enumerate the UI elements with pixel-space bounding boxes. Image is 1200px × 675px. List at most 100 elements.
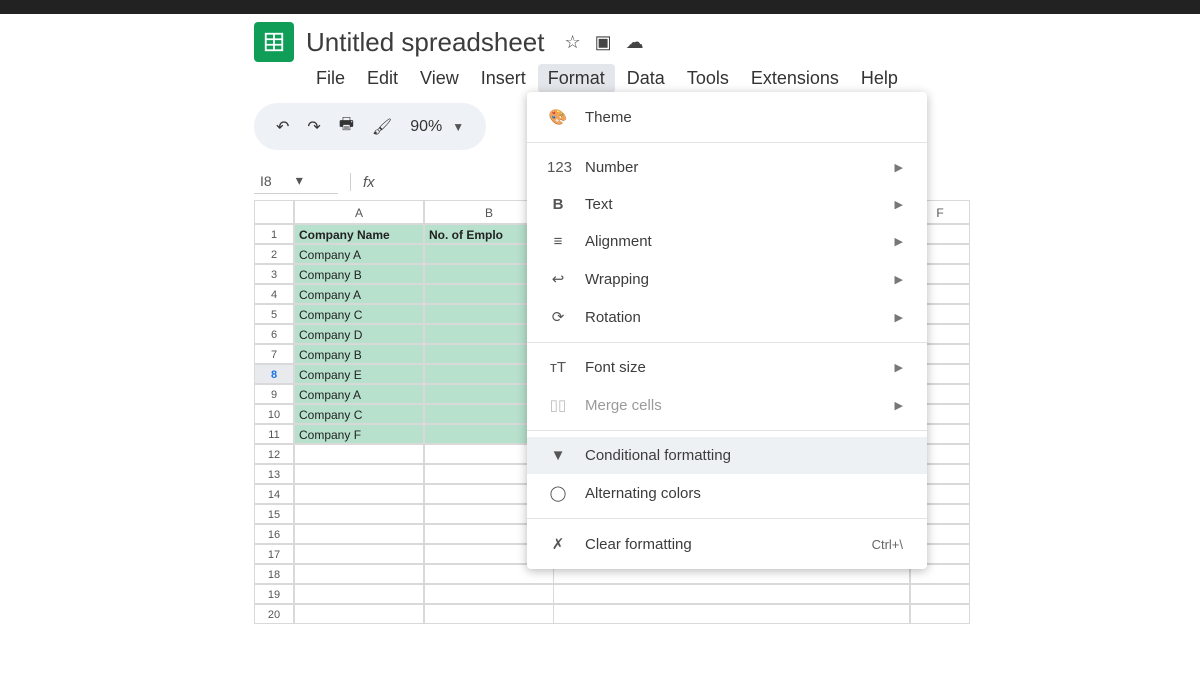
row-header[interactable]: 19 xyxy=(254,584,294,604)
menu-item-theme[interactable]: 🎨 Theme xyxy=(527,98,927,136)
row-header[interactable]: 6 xyxy=(254,324,294,344)
cell[interactable]: Company E xyxy=(294,364,424,384)
cell[interactable]: Company B xyxy=(294,264,424,284)
redo-icon[interactable]: ↷ xyxy=(307,117,320,137)
cell[interactable]: Company A xyxy=(294,284,424,304)
chevron-down-icon: ▼ xyxy=(452,120,464,134)
row-header[interactable]: 11 xyxy=(254,424,294,444)
cell[interactable]: Company B xyxy=(294,344,424,364)
menu-item-label: Number xyxy=(585,159,879,176)
menu-separator xyxy=(527,518,927,519)
cell[interactable] xyxy=(910,584,970,604)
sheets-logo-icon xyxy=(263,31,285,53)
menu-item-conditional-formatting[interactable]: ▼ Conditional formatting xyxy=(527,437,927,474)
row-header[interactable]: 17 xyxy=(254,544,294,564)
row-header[interactable]: 16 xyxy=(254,524,294,544)
row-header[interactable]: 3 xyxy=(254,264,294,284)
row-header[interactable]: 13 xyxy=(254,464,294,484)
menu-separator xyxy=(527,142,927,143)
menu-item-wrapping[interactable]: ↩ Wrapping ▶ xyxy=(527,260,927,298)
menu-item-alternating-colors[interactable]: ◯ Alternating colors xyxy=(527,474,927,512)
chevron-right-icon: ▶ xyxy=(895,198,903,211)
menu-data[interactable]: Data xyxy=(617,64,675,93)
print-icon[interactable]: 🖶 xyxy=(339,113,354,140)
clear-format-icon: ✗ xyxy=(547,535,569,553)
row-header[interactable]: 9 xyxy=(254,384,294,404)
menu-item-rotation[interactable]: ⟳ Rotation ▶ xyxy=(527,298,927,336)
menu-tools[interactable]: Tools xyxy=(677,64,739,93)
row-header[interactable]: 18 xyxy=(254,564,294,584)
cell[interactable]: Company F xyxy=(294,424,424,444)
cell[interactable] xyxy=(294,464,424,484)
menu-item-font-size[interactable]: тT Font size ▶ xyxy=(527,349,927,386)
cell[interactable]: Company D xyxy=(294,324,424,344)
sheets-logo[interactable] xyxy=(254,22,294,62)
cell[interactable]: Company C xyxy=(294,304,424,324)
star-icon[interactable]: ☆ xyxy=(564,32,580,53)
cell[interactable] xyxy=(294,604,424,624)
cell[interactable] xyxy=(294,564,424,584)
row-header[interactable]: 2 xyxy=(254,244,294,264)
menu-extensions[interactable]: Extensions xyxy=(741,64,849,93)
cell[interactable]: Company A xyxy=(294,384,424,404)
menu-insert[interactable]: Insert xyxy=(471,64,536,93)
cell[interactable] xyxy=(910,604,970,624)
row-header[interactable]: 15 xyxy=(254,504,294,524)
row-header[interactable]: 4 xyxy=(254,284,294,304)
row-header[interactable]: 14 xyxy=(254,484,294,504)
doc-title[interactable]: Untitled spreadsheet xyxy=(306,27,544,58)
toolbar: ↶ ↷ 🖶 🖌 90% ▼ xyxy=(254,103,486,150)
cell[interactable] xyxy=(294,484,424,504)
name-box-value: I8 xyxy=(260,173,272,189)
paint-format-icon[interactable]: 🖌 xyxy=(372,117,392,137)
cell[interactable] xyxy=(424,604,554,624)
col-header-A[interactable]: A xyxy=(294,200,424,224)
cell[interactable] xyxy=(424,584,554,604)
menu-item-clear-formatting[interactable]: ✗ Clear formatting Ctrl+\ xyxy=(527,525,927,563)
title-row: Untitled spreadsheet ☆ ▣ ☁ xyxy=(230,14,970,62)
cell[interactable] xyxy=(294,524,424,544)
name-box[interactable]: I8 ▾ xyxy=(254,170,338,194)
bold-icon: B xyxy=(547,196,569,213)
cell[interactable] xyxy=(294,584,424,604)
menu-help[interactable]: Help xyxy=(851,64,908,93)
font-size-icon: тT xyxy=(547,359,569,376)
row-header[interactable]: 12 xyxy=(254,444,294,464)
row-header[interactable]: 5 xyxy=(254,304,294,324)
chevron-right-icon: ▶ xyxy=(895,361,903,374)
menu-item-label: Wrapping xyxy=(585,271,879,288)
menu-item-label: Conditional formatting xyxy=(585,447,903,464)
menu-item-alignment[interactable]: ≡ Alignment ▶ xyxy=(527,223,927,260)
cell[interactable] xyxy=(554,604,910,624)
rotation-icon: ⟳ xyxy=(547,308,569,326)
row-header[interactable]: 8 xyxy=(254,364,294,384)
row-header[interactable]: 20 xyxy=(254,604,294,624)
row-header[interactable]: 10 xyxy=(254,404,294,424)
row-header[interactable]: 7 xyxy=(254,344,294,364)
menu-format[interactable]: Format xyxy=(538,64,615,93)
chevron-right-icon: ▶ xyxy=(895,161,903,174)
zoom-select[interactable]: 90% ▼ xyxy=(410,118,464,136)
menu-item-number[interactable]: 123 Number ▶ xyxy=(527,149,927,186)
move-icon[interactable]: ▣ xyxy=(595,32,612,53)
undo-icon[interactable]: ↶ xyxy=(276,117,289,137)
row-header[interactable]: 1 xyxy=(254,224,294,244)
menu-item-label: Theme xyxy=(585,109,903,126)
grid-row: 19 xyxy=(254,584,970,604)
cloud-icon[interactable]: ☁ xyxy=(626,32,644,53)
select-all-corner[interactable] xyxy=(254,200,294,224)
menu-item-label: Clear formatting xyxy=(585,536,856,553)
cell[interactable]: Company C xyxy=(294,404,424,424)
menu-view[interactable]: View xyxy=(410,64,469,93)
cell[interactable]: Company A xyxy=(294,244,424,264)
menu-file[interactable]: File xyxy=(306,64,355,93)
cell[interactable] xyxy=(294,504,424,524)
chevron-right-icon: ▶ xyxy=(895,235,903,248)
cell[interactable] xyxy=(294,444,424,464)
cell[interactable] xyxy=(554,584,910,604)
menu-edit[interactable]: Edit xyxy=(357,64,408,93)
cell[interactable]: Company Name xyxy=(294,224,424,244)
cell[interactable] xyxy=(294,544,424,564)
menu-separator xyxy=(527,430,927,431)
menu-item-text[interactable]: B Text ▶ xyxy=(527,186,927,223)
